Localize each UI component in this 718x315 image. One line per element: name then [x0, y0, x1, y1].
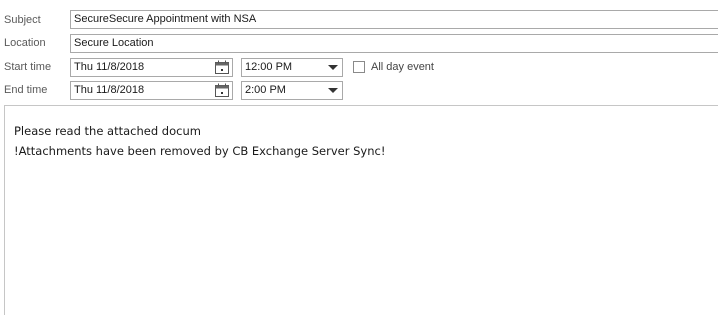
subject-field[interactable]: SecureSecure Appointment with NSA [70, 10, 718, 29]
subject-label: Subject [4, 14, 41, 26]
end-time-value: 2:00 PM [245, 84, 286, 96]
start-time-dropdown[interactable]: 12:00 PM [241, 58, 343, 77]
end-time-label: End time [4, 84, 48, 96]
chevron-down-icon[interactable] [328, 88, 338, 93]
body-line: !Attachments have been removed by CB Exc… [14, 144, 386, 158]
end-date-value: Thu 11/8/2018 [74, 84, 145, 96]
message-body-editor[interactable]: Please read the attached docum !Attachme… [4, 105, 718, 315]
start-time-label: Start time [4, 61, 52, 73]
chevron-down-icon[interactable] [328, 65, 338, 70]
location-field[interactable]: Secure Location [70, 34, 718, 53]
all-day-checkbox[interactable] [353, 61, 365, 73]
all-day-label: All day event [371, 61, 434, 73]
location-label: Location [4, 37, 46, 49]
start-time-value: 12:00 PM [245, 61, 293, 73]
start-date-value: Thu 11/8/2018 [74, 61, 145, 73]
end-date-field[interactable]: Thu 11/8/2018 [70, 81, 233, 100]
calendar-icon[interactable] [214, 83, 230, 98]
end-time-dropdown[interactable]: 2:00 PM [241, 81, 343, 100]
start-date-field[interactable]: Thu 11/8/2018 [70, 58, 233, 77]
calendar-icon[interactable] [214, 60, 230, 75]
body-line: Please read the attached docum [14, 124, 201, 138]
